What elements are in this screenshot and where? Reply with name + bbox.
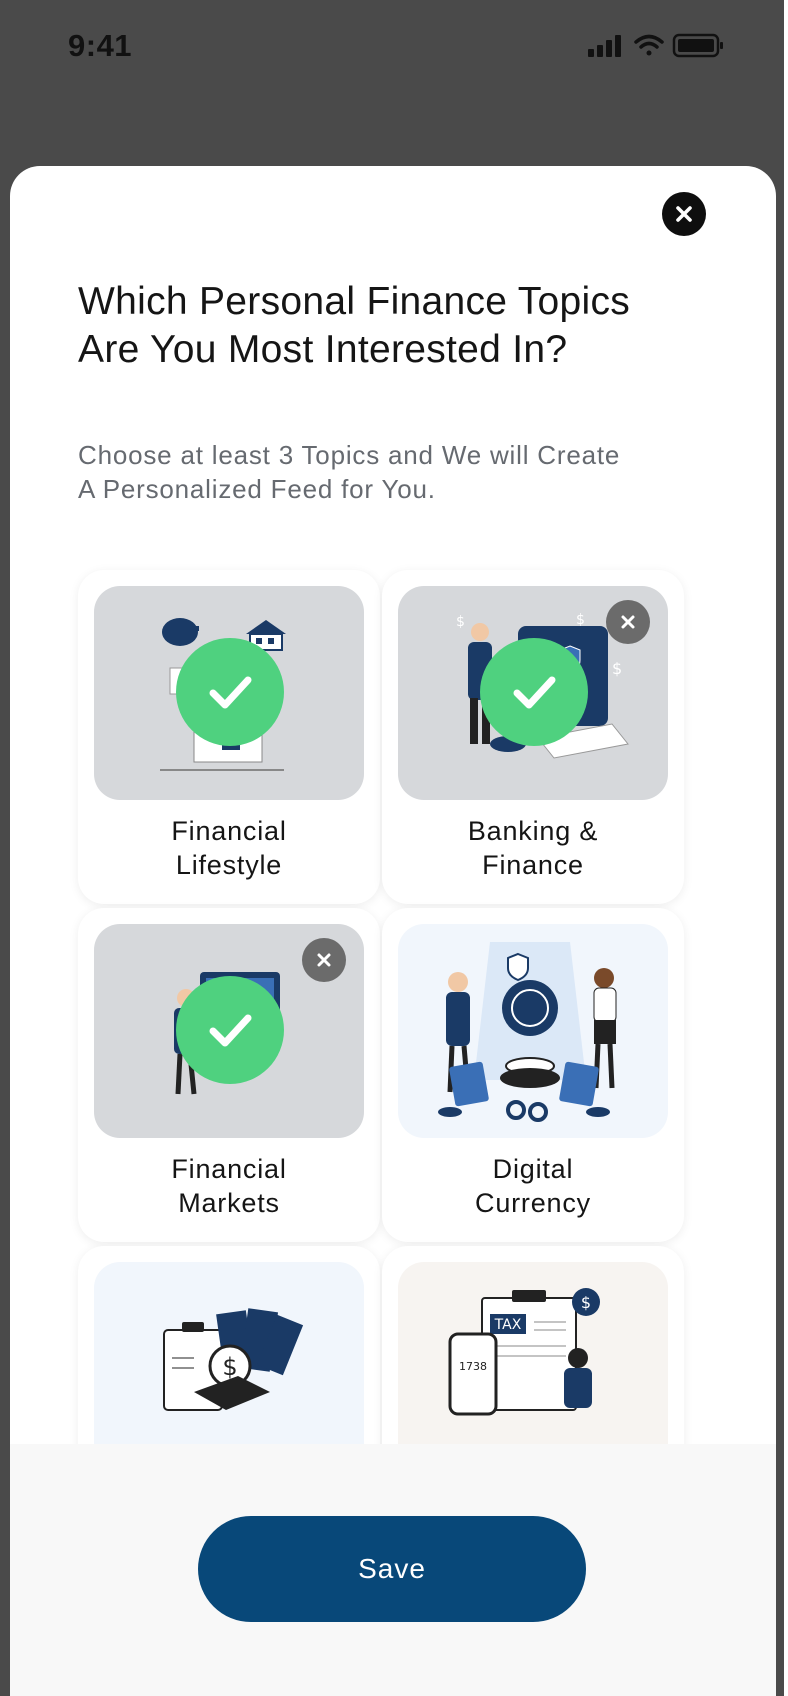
topic-label: Digital Currency [475,1154,591,1218]
screen-edge [784,0,788,1696]
page-title: Which Personal Finance Topics Are You Mo… [78,280,631,371]
close-icon [317,953,331,967]
topic-card[interactable]: Financial Markets [78,908,380,1242]
signal-icon [588,35,621,57]
topic-label: Banking & Finance [467,816,599,880]
topic-card[interactable]: Financial Lifestyle [78,570,380,904]
topic-card[interactable]: Digital Currency [382,908,684,1242]
save-button[interactable]: Save [198,1516,586,1622]
battery-icon [672,33,723,58]
close-icon [621,615,635,629]
page-subtitle: Choose at least 3 Topics and We will Cre… [78,440,621,504]
selected-check-icon [176,976,284,1084]
selected-check-icon [176,638,284,746]
svg-text:TAX: TAX [494,1317,522,1333]
status-bar: 9:41 [0,0,784,100]
svg-text:$: $ [612,659,622,678]
svg-text:$: $ [576,612,585,628]
topic-label: Financial Markets [171,1154,287,1218]
status-time: 9:41 [68,28,133,63]
topic-label: Financial Lifestyle [171,816,287,880]
topic-card[interactable]: $ $ $ Banking & Finance [382,570,684,904]
svg-text:$: $ [581,1293,591,1312]
svg-text:$: $ [222,1353,237,1381]
remove-topic-button[interactable] [302,938,346,982]
wifi-icon [634,34,664,56]
topic-illustration: $ $ $ [398,586,668,800]
status-icons [588,33,723,58]
topic-illustration [94,586,364,800]
close-button[interactable] [662,192,706,236]
topic-illustration [94,924,364,1138]
close-icon [676,206,692,222]
footer: Save [10,1444,776,1696]
svg-text:1738: 1738 [459,1360,487,1373]
remove-topic-button[interactable] [606,600,650,644]
topics-modal: Which Personal Finance Topics Are You Mo… [10,166,776,1696]
topic-illustration [398,924,668,1138]
selected-check-icon [480,638,588,746]
svg-text:$: $ [456,614,465,630]
app-screen: 9:41 Which Personal Finance Topics Are Y… [0,0,788,1696]
